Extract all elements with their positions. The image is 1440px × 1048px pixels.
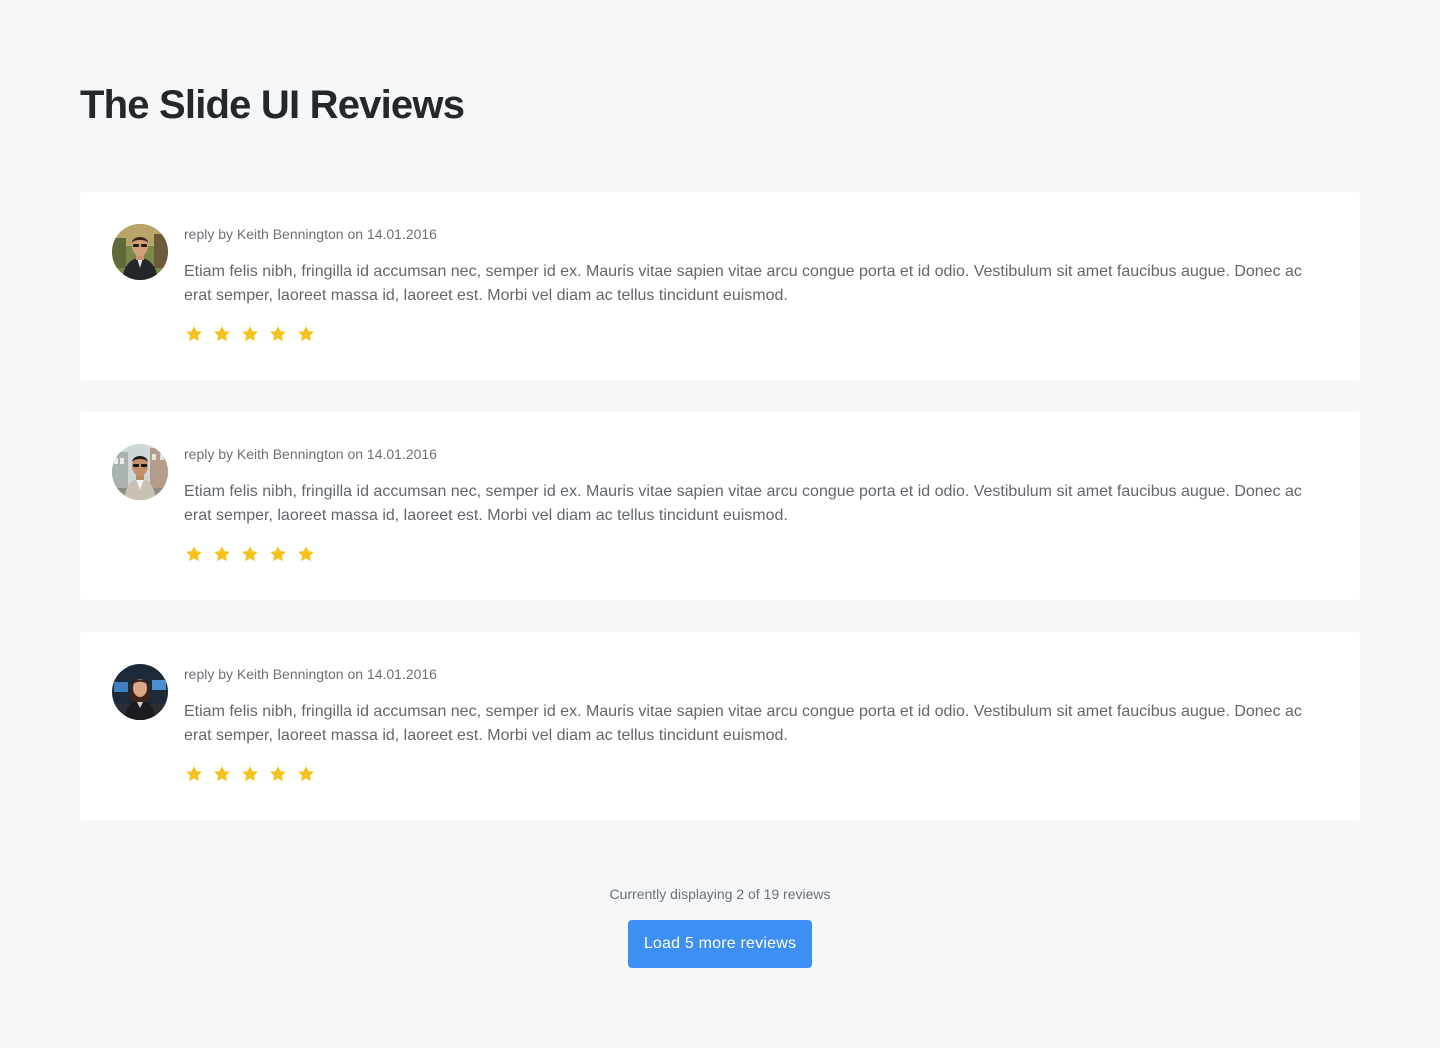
review-body: reply by Keith Bennington on 14.01.2016 … [184, 224, 1312, 344]
avatar [112, 224, 168, 280]
reviews-page: The Slide UI Reviews reply by Keith Benn… [0, 0, 1440, 1048]
review-card: reply by Keith Bennington on 14.01.2016 … [80, 192, 1360, 380]
star-icon [186, 766, 202, 782]
review-list: reply by Keith Bennington on 14.01.2016 … [80, 192, 1360, 852]
star-rating [184, 324, 1312, 344]
man-in-suit-outdoors-photo [112, 224, 168, 280]
star-icon [214, 546, 230, 562]
star-icon [270, 766, 286, 782]
page-title: The Slide UI Reviews [80, 83, 465, 127]
review-text: Etiam felis nibh, fringilla id accumsan … [184, 263, 1302, 304]
avatar [112, 444, 168, 500]
review-text: Etiam felis nibh, fringilla id accumsan … [184, 703, 1302, 744]
star-icon [214, 326, 230, 342]
star-rating [184, 544, 1312, 564]
review-text: Etiam felis nibh, fringilla id accumsan … [184, 483, 1302, 524]
man-with-sunglasses-city-photo [112, 444, 168, 500]
star-icon [242, 326, 258, 342]
load-more-button[interactable]: Load 5 more reviews [627, 920, 813, 968]
avatar [112, 664, 168, 720]
woman-in-office-photo [112, 664, 168, 720]
review-meta: reply by Keith Bennington on 14.01.2016 [184, 666, 437, 682]
review-card: reply by Keith Bennington on 14.01.2016 … [80, 412, 1360, 600]
review-body: reply by Keith Bennington on 14.01.2016 … [184, 444, 1312, 564]
star-rating [184, 764, 1312, 784]
star-icon [242, 766, 258, 782]
star-icon [270, 546, 286, 562]
review-card: reply by Keith Bennington on 14.01.2016 … [80, 632, 1360, 820]
star-icon [298, 326, 314, 342]
display-count-text: Currently displaying 2 of 19 reviews [609, 886, 831, 902]
review-body: reply by Keith Bennington on 14.01.2016 … [184, 664, 1312, 784]
star-icon [298, 546, 314, 562]
star-icon [186, 546, 202, 562]
star-icon [270, 326, 286, 342]
reviews-footer: Currently displaying 2 of 19 reviews Loa… [0, 884, 1440, 968]
review-meta: reply by Keith Bennington on 14.01.2016 [184, 446, 437, 462]
star-icon [214, 766, 230, 782]
review-meta: reply by Keith Bennington on 14.01.2016 [184, 226, 437, 242]
star-icon [298, 766, 314, 782]
star-icon [242, 546, 258, 562]
star-icon [186, 326, 202, 342]
